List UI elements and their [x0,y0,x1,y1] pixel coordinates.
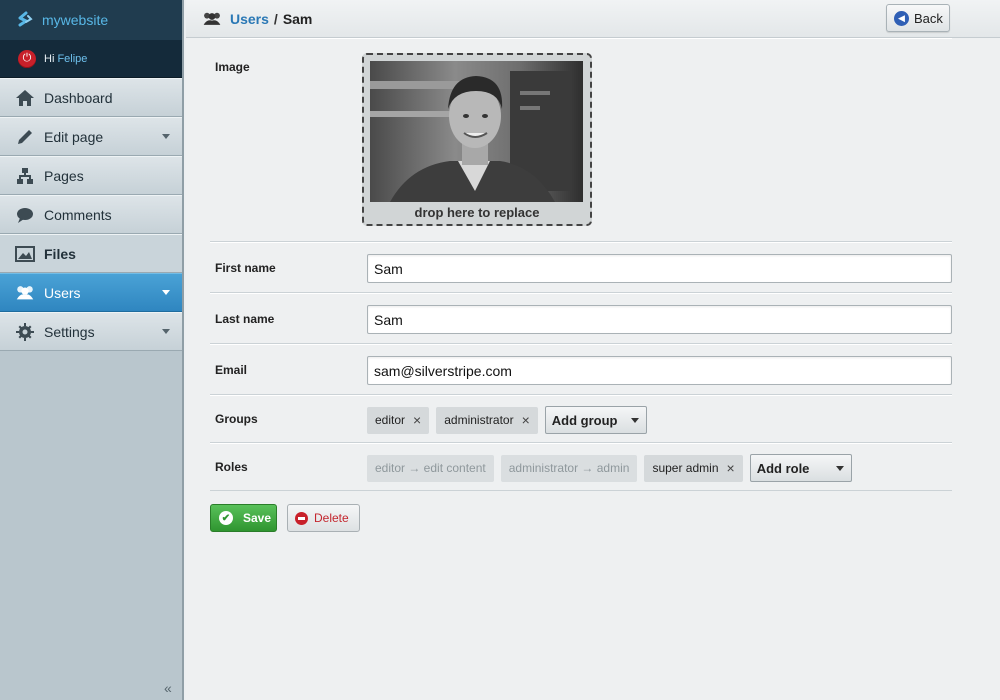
dropzone-label: drop here to replace [414,205,540,220]
portrait-image [370,61,583,202]
group-tag: administrator × [436,406,538,434]
form-actions: ✔ Save Delete [210,504,360,532]
power-icon[interactable]: ⏻ [18,49,36,68]
remove-icon[interactable]: × [727,460,735,476]
breadcrumb-users-link[interactable]: Users [230,11,269,27]
role-tag-label: administrator → admin [508,461,630,475]
brand-bar[interactable]: mywebsite [0,0,182,40]
email-label: Email [215,363,248,377]
roles-label: Roles [215,460,248,474]
group-tag-label: administrator [444,413,514,427]
role-tag-label: editor → edit content [375,461,486,475]
role-tag-label: super admin [652,461,719,475]
collapse-sidebar-icon[interactable]: « [164,680,172,696]
pencil-icon [14,126,36,148]
inherited-role-tag: administrator → admin [500,454,638,482]
chevron-down-icon[interactable] [162,329,170,334]
back-button-label: Back [914,10,943,26]
comment-icon [14,204,36,226]
minus-circle-icon [295,511,308,525]
first-name-label: First name [215,261,276,275]
add-group-label: Add group [551,412,618,428]
sidebar-item-edit-page[interactable]: Edit page [0,117,182,156]
groups-label: Groups [215,412,258,426]
greeting: Hi Felipe [44,53,87,65]
user-form: Image drop here to replace First name Sa… [210,38,952,491]
remove-icon[interactable]: × [522,412,530,428]
group-tag: editor × [367,406,430,434]
chevron-down-icon [630,418,639,423]
group-tag-label: editor [375,413,406,427]
email-field[interactable]: sam@silverstripe.com [367,356,952,385]
first-name-row: First name Sam [210,242,952,293]
image-icon [14,243,36,265]
last-name-row: Last name Sam [210,293,952,344]
role-tag: super admin × [644,454,743,482]
back-button[interactable]: ◀ Back [886,4,950,32]
sidebar-item-label: Dashboard [44,89,113,106]
sidebar-item-files[interactable]: Files [0,234,182,273]
arrow-left-icon: ◀ [894,10,909,26]
sidebar-item-label: Edit page [44,128,104,145]
sidebar-item-label: Files [44,245,76,262]
chevron-down-icon [835,466,844,471]
sidebar: mywebsite ⏻ Hi Felipe Dashboard Edit pag… [0,0,184,700]
gear-icon [14,321,36,343]
chevron-down-icon[interactable] [162,134,170,139]
groups-tags: editor × administrator × Add group [367,406,647,434]
add-role-dropdown[interactable]: Add role [749,454,852,482]
site-name: mywebsite [42,12,109,28]
inherited-role-tag: editor → edit content [367,454,494,482]
breadcrumb-separator: / [273,10,278,27]
sidebar-item-label: Comments [44,206,112,223]
add-group-dropdown[interactable]: Add group [544,406,647,434]
add-role-label: Add role [756,460,810,476]
sidebar-item-comments[interactable]: Comments [0,195,182,234]
image-row: Image drop here to replace [210,38,952,242]
delete-button[interactable]: Delete [287,504,360,532]
first-name-field[interactable]: Sam [367,254,952,283]
breadcrumb-current: Sam [282,10,313,27]
groups-row: Groups editor × administrator × Add grou… [210,395,952,443]
roles-tags: editor → edit content administrator → ad… [367,454,852,482]
users-icon [14,282,36,304]
sidebar-item-label: Pages [44,167,84,184]
users-icon [203,12,221,25]
check-icon: ✔ [219,511,233,525]
email-row: Email sam@silverstripe.com [210,344,952,395]
chevron-down-icon[interactable] [162,290,170,295]
sidebar-item-dashboard[interactable]: Dashboard [0,78,182,117]
delete-button-label: Delete [314,511,349,525]
roles-row: Roles editor → edit content administrato… [210,443,952,491]
sidebar-item-users[interactable]: Users [0,273,182,312]
last-name-label: Last name [215,312,275,326]
last-name-field[interactable]: Sam [367,305,952,334]
user-bar: ⏻ Hi Felipe [0,40,182,78]
sidebar-item-pages[interactable]: Pages [0,156,182,195]
sitemap-icon [14,165,36,187]
image-dropzone[interactable]: drop here to replace [362,53,592,226]
sidebar-item-label: Users [44,284,81,301]
image-label: Image [215,60,250,74]
home-icon [14,87,36,109]
header-bar: Users / Sam ◀ Back [186,0,1000,38]
sidebar-item-label: Settings [44,323,95,340]
user-name[interactable]: Felipe [57,53,87,65]
greeting-text: Hi [44,52,55,65]
save-button-label: Save [243,511,272,525]
main-panel: Users / Sam ◀ Back Image drop here to re… [186,0,1000,700]
logo-icon [18,11,33,27]
save-button[interactable]: ✔ Save [210,504,277,532]
sidebar-item-settings[interactable]: Settings [0,312,182,351]
user-photo [370,61,583,202]
remove-icon[interactable]: × [413,412,421,428]
